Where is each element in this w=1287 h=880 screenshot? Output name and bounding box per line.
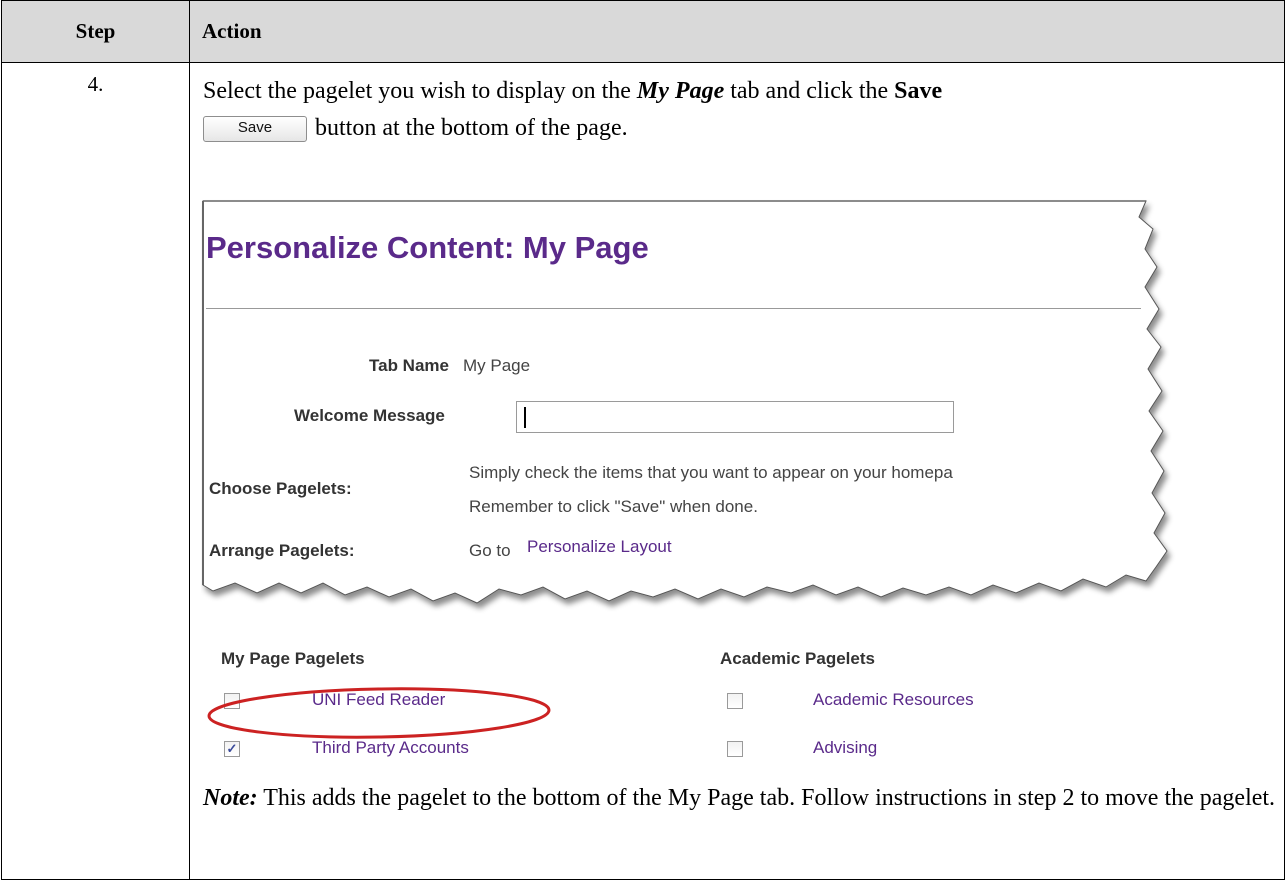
go-to-text: Go to xyxy=(469,541,511,560)
pagelet-checkbox-third-party-accounts[interactable]: ✓ xyxy=(224,741,240,757)
instruction-part1: Select the pagelet you wish to display o… xyxy=(203,78,637,104)
choose-pagelets-label: Choose Pagelets: xyxy=(209,479,352,498)
arrange-pagelets-label: Arrange Pagelets: xyxy=(209,541,355,560)
table-header-row: Step Action xyxy=(1,0,1285,63)
save-emphasis: Save xyxy=(894,78,943,104)
pagelet-checkbox-academic-resources[interactable] xyxy=(727,693,743,709)
screenshot-content: Personalize Content: My Page Tab Name My… xyxy=(201,199,1156,757)
instruction-text: Select the pagelet you wish to display o… xyxy=(203,73,1273,147)
instruction-part3: button at the bottom of the page. xyxy=(315,115,628,141)
action-cell: Select the pagelet you wish to display o… xyxy=(189,62,1285,880)
action-column-header: Action xyxy=(189,0,1285,63)
pagelet-label-academic-resources[interactable]: Academic Resources xyxy=(813,690,974,710)
note-label: Note: xyxy=(203,785,258,811)
save-button-image: Save xyxy=(203,116,307,142)
save-reminder-text: Remember to click "Save" when done. xyxy=(469,497,758,516)
note-text: Note: This adds the pagelet to the botto… xyxy=(203,782,1278,815)
welcome-message-input[interactable] xyxy=(516,401,954,433)
pagelet-label-advising[interactable]: Advising xyxy=(813,738,877,758)
page-title: Personalize Content: My Page xyxy=(206,230,649,265)
highlight-oval xyxy=(207,687,551,739)
instruction-part2: tab and click the xyxy=(724,78,895,104)
personalize-layout-link[interactable]: Personalize Layout xyxy=(527,537,672,557)
note-body: This adds the pagelet to the bottom of t… xyxy=(257,785,1276,811)
my-page-pagelets-heading: My Page Pagelets xyxy=(221,649,365,668)
title-divider xyxy=(206,308,1141,309)
my-page-emphasis: My Page xyxy=(636,78,725,104)
welcome-message-label: Welcome Message xyxy=(294,406,445,425)
personalize-content-screenshot: Personalize Content: My Page Tab Name My… xyxy=(201,199,1168,757)
procedure-table: Step Action 4. Select the pagelet you wi… xyxy=(1,0,1285,880)
tab-name-value: My Page xyxy=(463,356,531,375)
text-caret xyxy=(524,407,526,428)
tab-name-label: Tab Name xyxy=(369,356,449,375)
pagelet-checkbox-advising[interactable] xyxy=(727,741,743,757)
step-column-header: Step xyxy=(1,0,190,63)
step-number: 4. xyxy=(1,62,190,880)
choose-pagelets-instruction: Simply check the items that you want to … xyxy=(469,463,953,482)
table-row: 4. Select the pagelet you wish to displa… xyxy=(1,62,1285,880)
academic-pagelets-heading: Academic Pagelets xyxy=(720,649,875,668)
